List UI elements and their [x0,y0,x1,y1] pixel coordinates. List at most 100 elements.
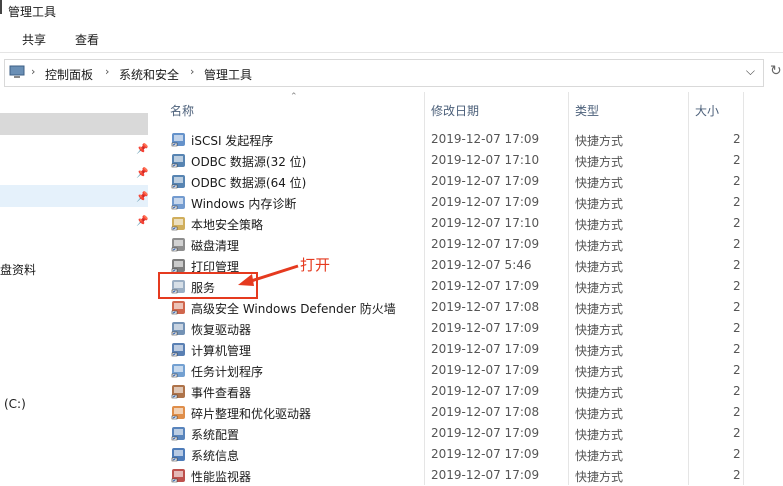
performance-monitor-icon [171,468,186,483]
chevron-down-icon[interactable]: ⌵ [746,64,755,79]
annotation-label: 打开 [300,256,331,274]
file-name[interactable]: 本地安全策略 [191,216,263,233]
window-icon [0,0,2,14]
breadcrumb-admin-tools[interactable]: 管理工具 [204,66,252,83]
file-size: 2 [733,468,741,482]
table-row[interactable]: ODBC 数据源(32 位) 2019-12-07 17:10 快捷方式 2 [165,150,783,171]
disk-cleanup-icon [171,237,186,252]
table-row[interactable]: 碎片整理和优化驱动器 2019-12-07 17:08 快捷方式 2 [165,402,783,423]
tab-share[interactable]: 共享 [22,31,46,48]
column-header: ⌃ 名称 修改日期 类型 大小 [165,92,783,485]
file-type: 快捷方式 [575,281,624,295]
table-row[interactable]: 事件查看器 2019-12-07 17:09 快捷方式 2 [165,381,783,402]
nav-hover-item[interactable] [0,185,148,207]
column-type[interactable]: 类型 [575,102,599,119]
firewall-icon [171,300,186,315]
file-size: 2 [733,279,741,293]
file-type: 快捷方式 [575,386,624,400]
iscsi-icon [171,132,186,147]
tab-view[interactable]: 查看 [75,31,99,48]
file-date: 2019-12-07 17:09 [431,132,540,146]
table-row[interactable]: iSCSI 发起程序 2019-12-07 17:09 快捷方式 2 [165,129,783,150]
table-row[interactable]: 高级安全 Windows Defender 防火墙 2019-12-07 17:0… [165,297,783,318]
breadcrumb-control-panel[interactable]: 控制面板 [45,66,93,83]
table-row[interactable]: 任务计划程序 2019-12-07 17:09 快捷方式 2 [165,360,783,381]
file-size: 2 [733,258,741,272]
file-date: 2019-12-07 17:09 [431,447,540,461]
pin-icon[interactable]: 📌 [136,216,148,227]
nav-selected-item[interactable] [0,113,148,135]
table-row[interactable]: 磁盘清理 2019-12-07 17:09 快捷方式 2 [165,234,783,255]
table-row[interactable]: Windows 内存诊断 2019-12-07 17:09 快捷方式 2 [165,192,783,213]
file-name[interactable]: 碎片整理和优化驱动器 [191,405,311,422]
file-date: 2019-12-07 17:09 [431,363,540,377]
system-info-icon [171,447,186,462]
file-type: 快捷方式 [575,260,624,274]
nav-item-c-drive[interactable]: (C:) [4,397,26,411]
task-scheduler-icon [171,363,186,378]
file-type: 快捷方式 [575,470,624,484]
file-type: 快捷方式 [575,134,624,148]
column-size[interactable]: 大小 [695,102,719,119]
title-bar: 管理工具 [0,0,783,22]
file-name[interactable]: 计算机管理 [191,342,251,359]
file-date: 2019-12-07 17:09 [431,195,540,209]
file-size: 2 [733,447,741,461]
table-row[interactable]: 性能监视器 2019-12-07 17:09 快捷方式 2 [165,465,783,486]
breadcrumb-system-security[interactable]: 系统和安全 [119,66,179,83]
table-row[interactable]: 系统配置 2019-12-07 17:09 快捷方式 2 [165,423,783,444]
nav-item-drive-data[interactable]: 盘资料 [0,261,36,278]
file-name[interactable]: 性能监视器 [191,468,251,485]
file-date: 2019-12-07 17:09 [431,342,540,356]
file-size: 2 [733,426,741,440]
file-name[interactable]: 恢复驱动器 [191,321,251,338]
file-size: 2 [733,405,741,419]
file-name[interactable]: iSCSI 发起程序 [191,132,273,149]
event-viewer-icon [171,384,186,399]
recovery-drive-icon [171,321,186,336]
file-size: 2 [733,384,741,398]
table-row[interactable]: 恢复驱动器 2019-12-07 17:09 快捷方式 2 [165,318,783,339]
pin-icon[interactable]: 📌 [136,144,148,155]
navigation-pane: 📌 📌 📌 📌 盘资料 (C:) [0,92,150,485]
file-date: 2019-12-07 17:08 [431,405,540,419]
file-date: 2019-12-07 17:08 [431,300,540,314]
file-type: 快捷方式 [575,449,624,463]
control-panel-icon [9,65,25,78]
file-type: 快捷方式 [575,365,624,379]
pin-icon[interactable]: 📌 [136,192,148,203]
defrag-icon [171,405,186,420]
chevron-right-icon[interactable]: › [105,65,109,78]
table-row[interactable]: 本地安全策略 2019-12-07 17:10 快捷方式 2 [165,213,783,234]
refresh-icon[interactable]: ↻ [770,63,782,79]
pin-icon[interactable]: 📌 [136,168,148,179]
file-name[interactable]: 系统配置 [191,426,239,443]
file-name[interactable]: Windows 内存诊断 [191,195,296,212]
chevron-right-icon[interactable]: › [190,65,194,78]
file-size: 2 [733,195,741,209]
table-row[interactable]: ODBC 数据源(64 位) 2019-12-07 17:09 快捷方式 2 [165,171,783,192]
column-name[interactable]: 名称 [170,102,194,119]
file-size: 2 [733,300,741,314]
file-size: 2 [733,153,741,167]
system-config-icon [171,426,186,441]
column-date[interactable]: 修改日期 [431,102,479,119]
file-name[interactable]: 事件查看器 [191,384,251,401]
address-bar[interactable]: › 控制面板 › 系统和安全 › 管理工具 ⌵ [4,59,764,87]
chevron-right-icon[interactable]: › [31,65,35,78]
file-date: 2019-12-07 17:09 [431,426,540,440]
file-type: 快捷方式 [575,323,624,337]
file-type: 快捷方式 [575,218,624,232]
file-name[interactable]: ODBC 数据源(32 位) [191,153,306,170]
file-date: 2019-12-07 17:09 [431,279,540,293]
table-row[interactable]: 系统信息 2019-12-07 17:09 快捷方式 2 [165,444,783,465]
file-name[interactable]: ODBC 数据源(64 位) [191,174,306,191]
sort-up-icon: ⌃ [290,92,298,102]
file-name[interactable]: 系统信息 [191,447,239,464]
table-row[interactable]: 计算机管理 2019-12-07 17:09 快捷方式 2 [165,339,783,360]
ribbon: 共享 查看 [0,22,783,53]
file-size: 2 [733,174,741,188]
file-name[interactable]: 磁盘清理 [191,237,239,254]
file-name[interactable]: 任务计划程序 [191,363,263,380]
file-name[interactable]: 高级安全 Windows Defender 防火墙 [191,300,396,317]
